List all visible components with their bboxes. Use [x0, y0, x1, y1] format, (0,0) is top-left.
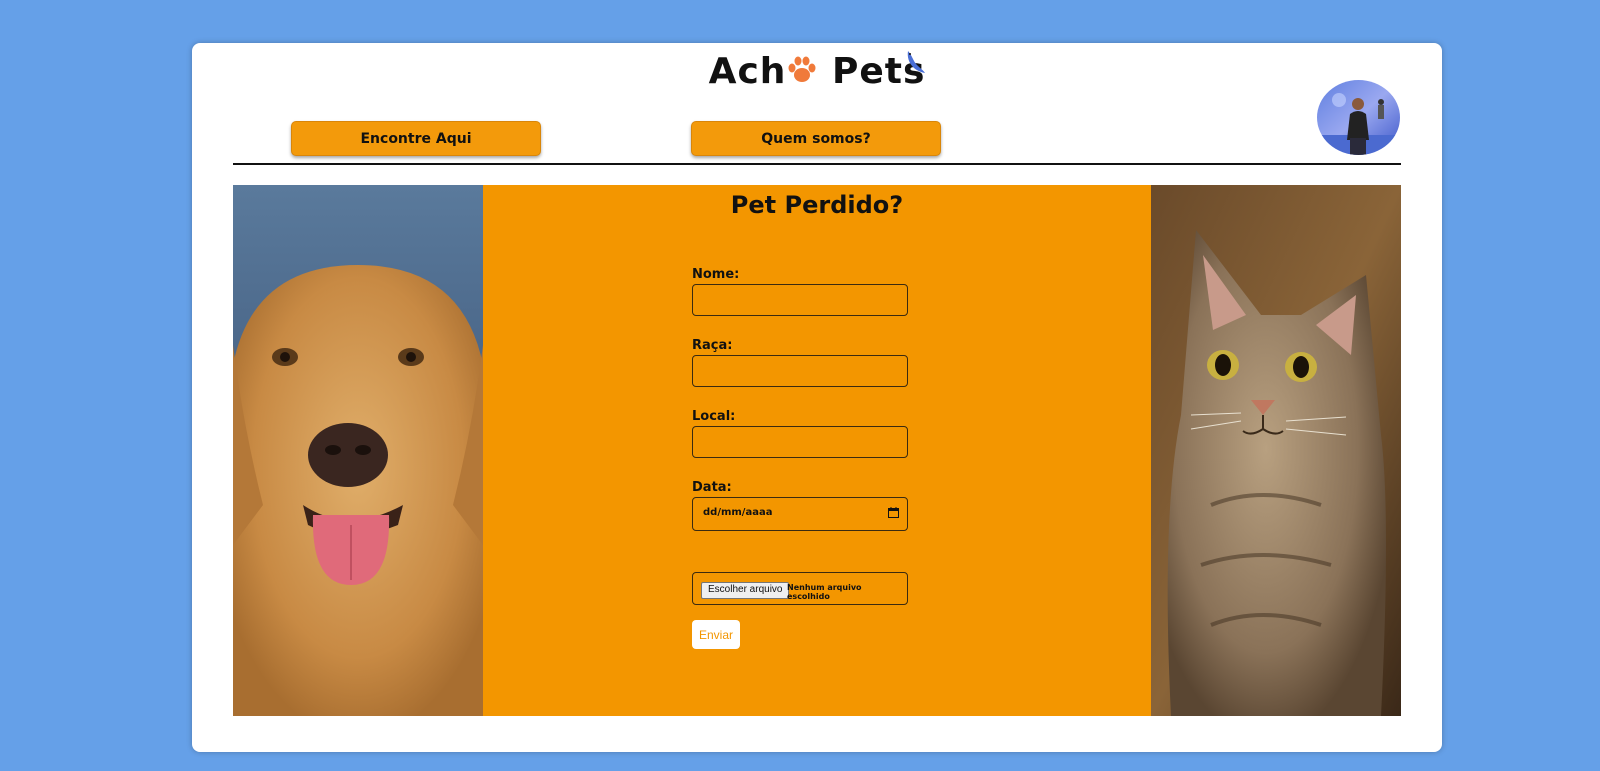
bird-icon	[907, 51, 925, 73]
date-placeholder: dd/mm/aaaa	[703, 507, 773, 518]
lost-pet-form: Pet Perdido? Nome: Raça: Local: Data: dd…	[483, 185, 1151, 716]
raca-label: Raça:	[692, 338, 733, 353]
calendar-icon[interactable]	[888, 507, 899, 518]
nome-label: Nome:	[692, 267, 740, 282]
main-card: Ach Pets Encontre Aqui Quem somos? Pet P…	[192, 43, 1442, 752]
local-label: Local:	[692, 409, 736, 424]
avatar-photo	[1317, 80, 1400, 155]
submit-button[interactable]: Enviar	[692, 620, 740, 649]
nome-input[interactable]	[692, 284, 908, 316]
site-logo[interactable]: Ach Pets	[192, 51, 1442, 92]
user-avatar[interactable]	[1317, 80, 1400, 155]
form-title: Pet Perdido?	[730, 191, 904, 219]
header-divider	[233, 163, 1401, 165]
file-upload-field: Escolher arquivo Nenhum arquivo escolhid…	[692, 572, 908, 605]
raca-input[interactable]	[692, 355, 908, 387]
date-input[interactable]: dd/mm/aaaa	[692, 497, 908, 531]
nav-quem-somos-button[interactable]: Quem somos?	[691, 121, 941, 156]
cat-photo	[1151, 185, 1401, 716]
dog-photo	[233, 185, 483, 716]
data-label: Data:	[692, 480, 732, 495]
local-input[interactable]	[692, 426, 908, 458]
content-section: Pet Perdido? Nome: Raça: Local: Data: dd…	[233, 185, 1401, 716]
logo-text-left: Ach	[708, 51, 787, 92]
file-status-text: Nenhum arquivo escolhido	[787, 583, 862, 601]
paw-icon	[788, 56, 816, 82]
nav-encontre-aqui-button[interactable]: Encontre Aqui	[291, 121, 541, 156]
choose-file-button[interactable]: Escolher arquivo	[701, 582, 790, 599]
